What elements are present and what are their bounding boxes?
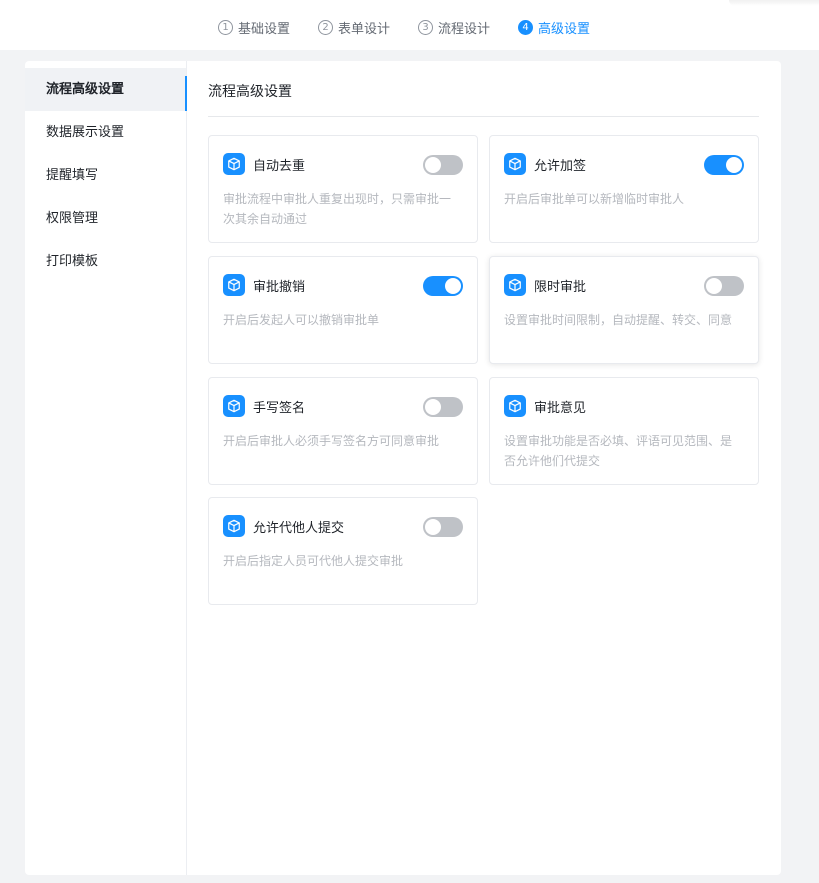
card-title: 允许代他人提交 [253,521,345,536]
setting-card-handwritten-signature: 手写签名 开启后审批人必须手写签名方可同意审批 [208,377,478,485]
sidebar: 流程高级设置 数据展示设置 提醒填写 权限管理 打印模板 [25,61,187,875]
cube-icon [504,395,526,417]
card-description: 设置审批时间限制，自动提醒、转交、同意 [504,313,733,327]
step-label: 基础设置 [238,21,291,37]
step-advanced-settings[interactable]: 4 高级设置 [518,18,590,37]
cube-icon [504,153,526,175]
toggle-knob [425,399,441,415]
card-title: 手写签名 [253,401,306,416]
card-description: 审批流程中审批人重复出现时，只需审批一次其余自动通过 [223,192,452,226]
sidebar-item-permissions[interactable]: 权限管理 [25,197,186,240]
card-title: 限时审批 [534,280,587,295]
card-title: 审批意见 [534,401,587,416]
card-description: 开启后审批单可以新增临时审批人 [504,192,685,206]
card-title: 自动去重 [253,159,306,174]
setting-card-revoke: 审批撤销 开启后发起人可以撤销审批单 [208,256,478,364]
cube-icon [223,515,245,537]
sidebar-item-reminder[interactable]: 提醒填写 [25,154,186,197]
topbar-shadow [729,0,819,6]
settings-panel: 流程高级设置 数据展示设置 提醒填写 权限管理 打印模板 流程高级设置 自动去重… [25,61,781,875]
step-basic-settings[interactable]: 1 基础设置 [218,18,290,37]
setting-card-submit-on-behalf: 允许代他人提交 开启后指定人员可代他人提交审批 [208,497,478,605]
toggle-knob [706,278,722,294]
top-steps-bar: 1 基础设置 2 表单设计 3 流程设计 4 高级设置 [0,0,819,50]
cube-icon [504,274,526,296]
step-number: 1 [218,19,233,35]
setting-card-allow-add-approver: 允许加签 开启后审批单可以新增临时审批人 [489,135,759,243]
toggle-knob [445,278,461,294]
card-title: 允许加签 [534,159,587,174]
setting-card-time-limit: 限时审批 设置审批时间限制，自动提醒、转交、同意 [489,256,759,364]
allow-add-approver-toggle[interactable] [704,155,744,175]
handwritten-signature-toggle[interactable] [423,397,463,417]
step-form-design[interactable]: 2 表单设计 [318,18,390,37]
page-title: 流程高级设置 [208,84,292,100]
step-number: 4 [518,19,534,35]
sidebar-item-print-template[interactable]: 打印模板 [25,240,186,283]
toggle-knob [425,157,441,173]
step-number: 2 [318,19,334,35]
step-label: 高级设置 [538,21,591,37]
cube-icon [223,153,245,175]
setting-card-approval-comments[interactable]: 审批意见 设置审批功能是否必填、评语可见范围、是否允许他们代提交 [489,377,759,485]
card-description: 设置审批功能是否必填、评语可见范围、是否允许他们代提交 [504,434,733,468]
card-description: 开启后审批人必须手写签名方可同意审批 [223,434,440,448]
auto-dedupe-toggle[interactable] [423,155,463,175]
card-description: 开启后指定人员可代他人提交审批 [223,554,404,568]
sidebar-item-flow-advanced[interactable]: 流程高级设置 [25,68,187,111]
divider [208,116,759,117]
submit-on-behalf-toggle[interactable] [423,517,463,537]
time-limit-toggle[interactable] [704,276,744,296]
cube-icon [223,274,245,296]
step-label: 表单设计 [338,21,391,37]
revoke-toggle[interactable] [423,276,463,296]
step-number: 3 [418,19,434,35]
toggle-knob [425,519,441,535]
toggle-knob [726,157,742,173]
steps-nav: 1 基础设置 2 表单设计 3 流程设计 4 高级设置 [218,17,618,37]
setting-card-auto-dedupe: 自动去重 审批流程中审批人重复出现时，只需审批一次其余自动通过 [208,135,478,243]
card-description: 开启后发起人可以撤销审批单 [223,313,380,327]
cube-icon [223,395,245,417]
sidebar-item-data-display[interactable]: 数据展示设置 [25,111,186,154]
step-flow-design[interactable]: 3 流程设计 [418,18,490,37]
step-label: 流程设计 [438,21,491,37]
card-title: 审批撤销 [253,280,306,295]
